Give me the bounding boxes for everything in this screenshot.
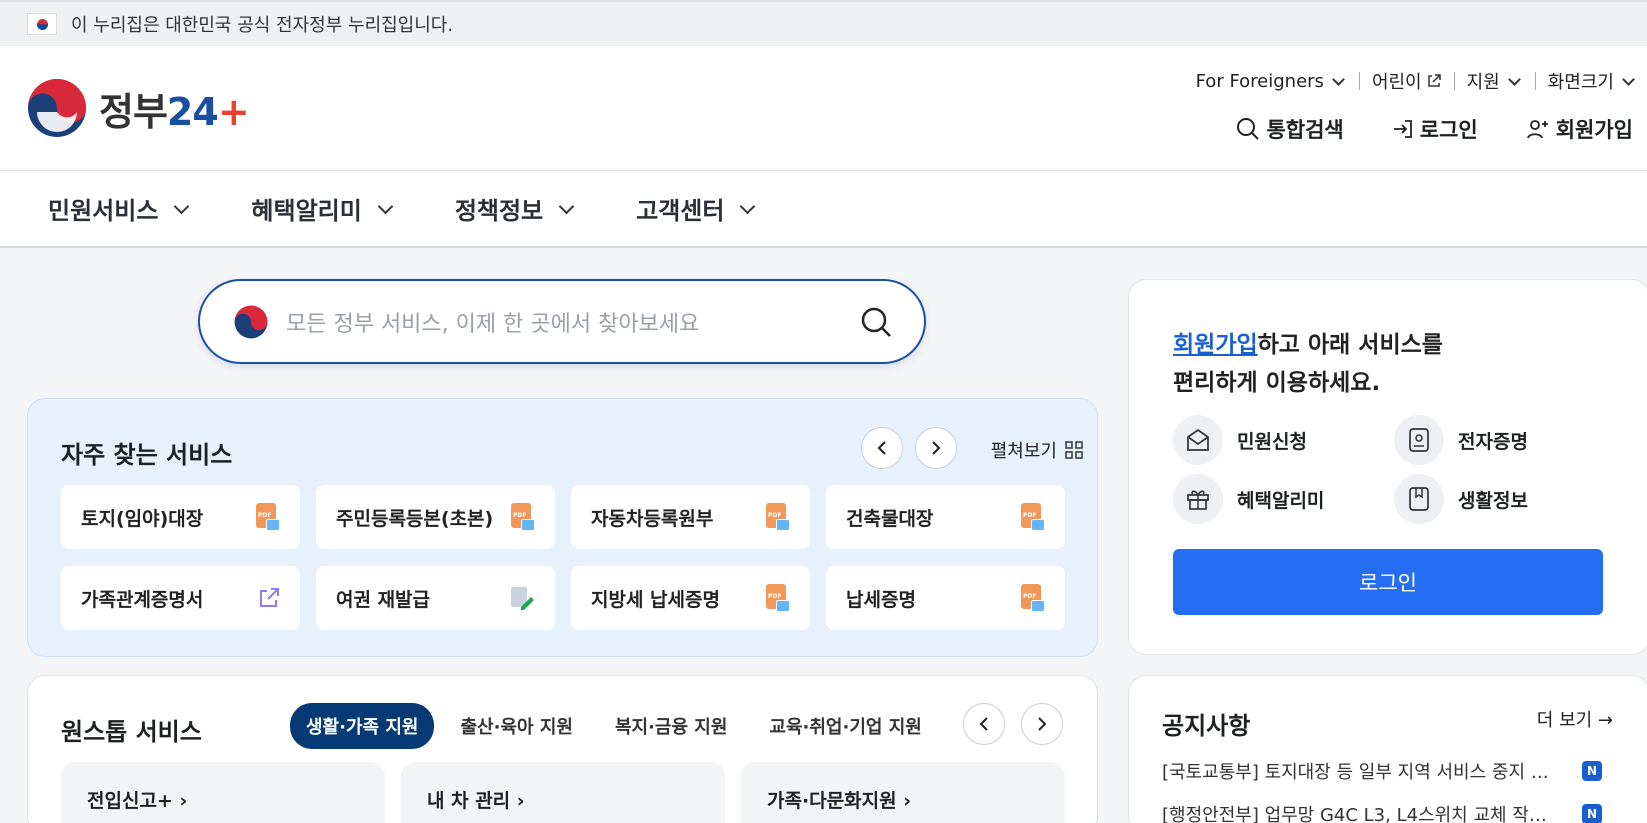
util-screen-size[interactable]: 화면크기 <box>1548 68 1637 94</box>
search-icon <box>861 307 891 337</box>
service-card[interactable]: 가족관계증명서 <box>61 566 300 630</box>
site-logo[interactable]: 정부24+ <box>27 78 250 138</box>
gov-banner: 이 누리집은 대한민국 공식 전자정부 누리집입니다. <box>0 0 1647 46</box>
chevron-down-icon <box>174 198 190 215</box>
service-card[interactable]: 지방세 납세증명 <box>571 566 810 630</box>
service-card[interactable]: 건축물대장 <box>826 485 1065 549</box>
pdf-icon <box>1021 503 1045 531</box>
more-link[interactable]: 더 보기 → <box>1537 706 1613 732</box>
external-link-icon <box>260 588 279 607</box>
integrated-search-button[interactable]: 통합검색 <box>1236 114 1344 144</box>
login-button[interactable]: 로그인 <box>1173 549 1603 615</box>
tab-birth-childcare[interactable]: 출산·육아 지원 <box>444 703 588 749</box>
service-card[interactable]: 주민등록등본(초본) <box>316 485 555 549</box>
login-link[interactable]: 로그인 <box>1392 114 1478 144</box>
util-support[interactable]: 지원 <box>1467 68 1523 94</box>
chevron-right-icon: › <box>903 790 912 812</box>
chevron-left-icon <box>877 441 886 455</box>
main-search-box[interactable]: 모든 정부 서비스, 이제 한 곳에서 찾아보세요 <box>198 279 926 364</box>
notice-item[interactable]: [행정안전부] 업무망 G4C L3, L4스위치 교체 작… N <box>1162 801 1602 823</box>
logo-text: 정부24+ <box>99 89 250 134</box>
service-card[interactable]: 여권 재발급 <box>316 566 555 630</box>
signup-link[interactable]: 회원가입 <box>1526 114 1633 144</box>
expand-view-button[interactable]: 펼쳐보기 <box>991 437 1083 463</box>
login-icon <box>1393 120 1412 138</box>
notice-panel: 공지사항 더 보기 → [국토교통부] 토지대장 등 일부 지역 서비스 중지 … <box>1128 675 1647 823</box>
quick-service-civil[interactable]: 민원신청 <box>1173 415 1307 465</box>
pdf-icon <box>511 503 535 531</box>
gift-icon <box>1173 474 1223 524</box>
add-user-icon <box>1526 120 1548 139</box>
service-card[interactable]: 자동차등록원부 <box>571 485 810 549</box>
quick-service-ecert[interactable]: 전자증명 <box>1394 415 1528 465</box>
notice-title: 공지사항 <box>1162 712 1251 740</box>
chevron-down-icon <box>1507 72 1521 86</box>
chevron-down-icon <box>1622 72 1635 86</box>
service-card[interactable]: 납세증명 <box>826 566 1065 630</box>
quick-service-benefit[interactable]: 혜택알리미 <box>1173 474 1324 524</box>
next-button[interactable] <box>1021 703 1063 745</box>
next-button[interactable] <box>915 427 957 469</box>
id-card-icon <box>1394 415 1444 465</box>
gnb-policy-info[interactable]: 정책정보 <box>455 191 576 226</box>
site-header: 정부24+ For Foreigners 어린이 지원 화면크기 통합검색 로그… <box>0 46 1647 171</box>
korea-flag-icon <box>27 13 57 35</box>
onestop-nav <box>963 703 1063 745</box>
chevron-down-icon <box>740 198 756 215</box>
pdf-icon <box>1021 584 1045 612</box>
pdf-icon <box>766 584 790 612</box>
chevron-left-icon <box>979 717 988 731</box>
chevron-down-icon <box>1332 72 1345 86</box>
prev-button[interactable] <box>963 703 1005 745</box>
gov-emblem-icon <box>234 305 268 338</box>
search-icon <box>1237 118 1260 140</box>
chevron-right-icon <box>1038 717 1047 731</box>
gov-emblem-icon <box>28 79 86 137</box>
pdf-icon <box>256 503 280 531</box>
onestop-services-panel: 원스톱 서비스 생활·가족 지원 출산·육아 지원 복지·금융 지원 교육·취업… <box>27 675 1098 823</box>
edit-document-icon <box>511 587 534 610</box>
gnb-civil-services[interactable]: 민원서비스 <box>48 191 191 226</box>
search-input[interactable]: 모든 정부 서비스, 이제 한 곳에서 찾아보세요 <box>286 306 846 338</box>
onestop-tabs: 생활·가족 지원 출산·육아 지원 복지·금융 지원 교육·취업·기업 지원 <box>290 703 938 749</box>
main-navigation: 민원서비스 혜택알리미 정책정보 고객센터 <box>0 171 1647 248</box>
chevron-right-icon: › <box>516 790 525 812</box>
tab-education-job[interactable]: 교육·취업·기업 지원 <box>753 703 937 749</box>
chevron-down-icon <box>377 198 394 215</box>
quick-service-life-info[interactable]: 생활정보 <box>1394 474 1528 524</box>
service-card[interactable]: 토지(임야)대장 <box>61 485 300 549</box>
util-kids[interactable]: 어린이 <box>1372 68 1442 94</box>
chevron-right-icon: › <box>179 790 188 812</box>
tab-welfare-finance[interactable]: 복지·금융 지원 <box>599 703 743 749</box>
util-for-foreigners[interactable]: For Foreigners <box>1196 71 1347 92</box>
onestop-title: 원스톱 서비스 <box>61 718 202 746</box>
chevron-right-icon <box>932 441 941 455</box>
external-link-icon <box>1427 74 1441 87</box>
gnb-customer-center[interactable]: 고객센터 <box>636 191 757 226</box>
signup-link[interactable]: 회원가입 <box>1173 332 1258 358</box>
utility-menu: For Foreigners 어린이 지원 화면크기 <box>1196 68 1637 94</box>
onestop-card[interactable]: 내 차 관리 › <box>401 762 725 823</box>
gnb-benefits[interactable]: 혜택알리미 <box>251 191 394 226</box>
frequent-nav <box>861 427 957 469</box>
new-badge: N <box>1582 804 1602 823</box>
login-panel: 회원가입하고 아래 서비스를 편리하게 이용하세요. 민원신청 전자증명 혜택알… <box>1128 279 1647 655</box>
search-submit-button[interactable] <box>846 306 906 338</box>
notice-item[interactable]: [국토교통부] 토지대장 등 일부 지역 서비스 중지 … N <box>1162 758 1602 784</box>
gov-banner-text: 이 누리집은 대한민국 공식 전자정부 누리집입니다. <box>71 15 454 36</box>
new-badge: N <box>1582 761 1602 781</box>
frequent-services-panel: 자주 찾는 서비스 펼쳐보기 토지(임야)대장 주민등록등본(초본) 자동차등록… <box>27 398 1098 657</box>
grid-icon <box>1065 441 1083 459</box>
frequent-services-title: 자주 찾는 서비스 <box>61 441 233 469</box>
bookmark-icon <box>1394 474 1444 524</box>
onestop-card[interactable]: 가족·다문화지원 › <box>741 762 1065 823</box>
chevron-down-icon <box>558 198 575 215</box>
pdf-icon <box>766 503 790 531</box>
header-actions: 통합검색 로그인 회원가입 <box>1236 114 1633 144</box>
prev-button[interactable] <box>861 427 903 469</box>
onestop-card[interactable]: 전입신고+ › <box>61 762 385 823</box>
envelope-doc-icon <box>1173 415 1223 465</box>
tab-life-family[interactable]: 생활·가족 지원 <box>290 703 435 749</box>
signup-prompt: 회원가입하고 아래 서비스를 편리하게 이용하세요. <box>1173 332 1443 396</box>
